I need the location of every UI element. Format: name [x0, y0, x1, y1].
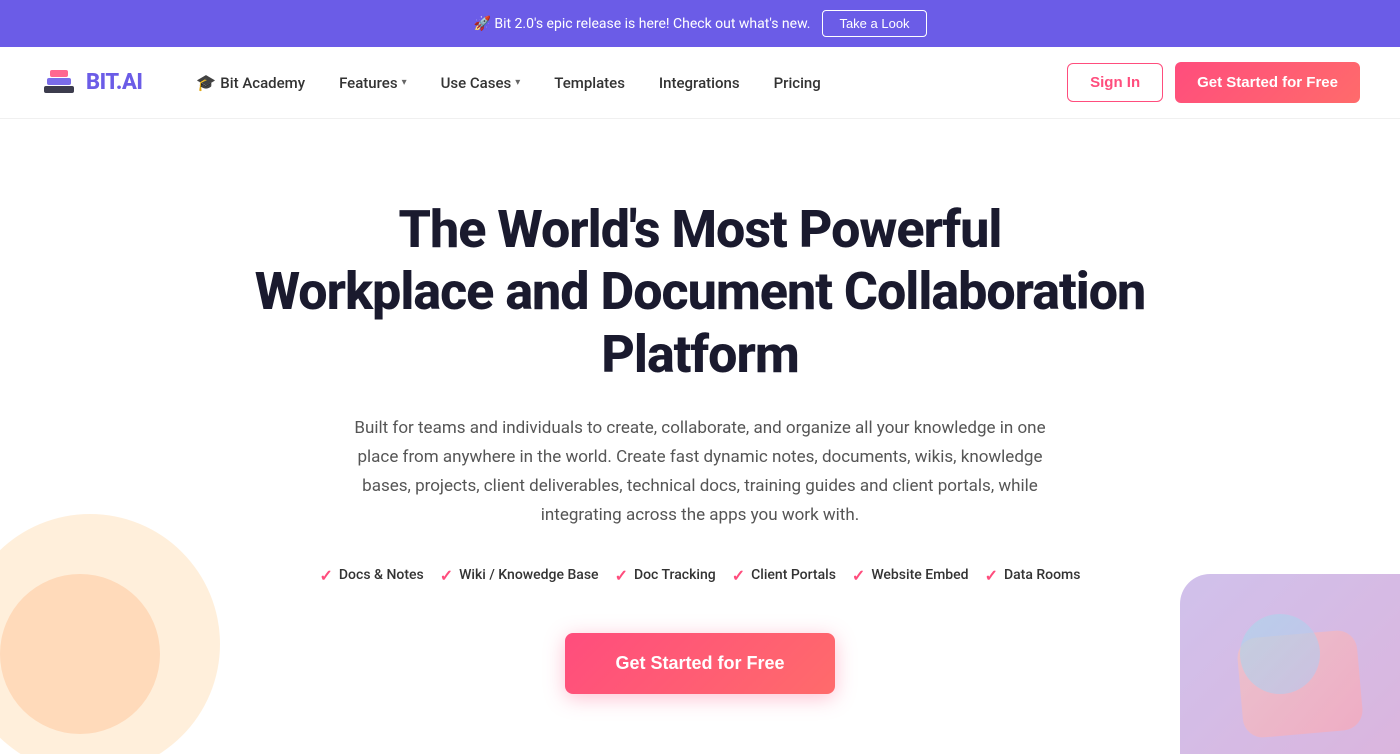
pill-data-rooms-label: Data Rooms: [1004, 567, 1080, 583]
nav-actions: Sign In Get Started for Free: [1067, 62, 1360, 103]
hero-title: The World's Most Powerful Workplace and …: [250, 199, 1150, 386]
deco-circle-inner: [0, 574, 160, 734]
deco-right: [1120, 514, 1400, 754]
nav-item-integrations-label: Integrations: [659, 74, 740, 92]
pill-doc-tracking-label: Doc Tracking: [634, 567, 716, 583]
nav-item-features[interactable]: Features ▾: [325, 66, 421, 100]
use-cases-chevron-icon: ▾: [515, 77, 520, 88]
hero-title-line1: The World's Most Powerful: [399, 199, 1002, 260]
pill-website-embed-label: Website Embed: [871, 567, 968, 583]
check-icon-wiki: ✓: [440, 566, 453, 585]
deco-right-shape1: [1180, 574, 1400, 754]
deco-right-shape2: [1236, 629, 1364, 739]
check-icon-portals: ✓: [732, 566, 745, 585]
pill-wiki-label: Wiki / Knowedge Base: [459, 567, 598, 583]
nav-item-integrations[interactable]: Integrations: [645, 66, 754, 100]
deco-right-shape3: [1240, 614, 1320, 694]
hero-content: The World's Most Powerful Workplace and …: [250, 199, 1150, 694]
take-a-look-button[interactable]: Take a Look: [822, 10, 926, 37]
nav-item-pricing[interactable]: Pricing: [760, 66, 835, 100]
deco-left: [0, 494, 240, 754]
check-icon-tracking: ✓: [615, 566, 628, 585]
feature-pills: ✓ Docs & Notes ✓ Wiki / Knowedge Base ✓ …: [250, 566, 1150, 585]
hero-subtitle: Built for teams and individuals to creat…: [340, 414, 1060, 530]
nav-item-pricing-label: Pricing: [774, 74, 821, 92]
hero-cta-button[interactable]: Get Started for Free: [565, 633, 834, 694]
nav-links: 🎓 Bit Academy Features ▾ Use Cases ▾ Tem…: [182, 65, 1067, 100]
pill-wiki: ✓ Wiki / Knowedge Base: [440, 566, 599, 585]
announcement-text: 🚀 Bit 2.0's epic release is here! Check …: [473, 16, 810, 32]
sign-in-button[interactable]: Sign In: [1067, 63, 1163, 102]
pill-website-embed: ✓ Website Embed: [852, 566, 969, 585]
check-icon-data-rooms: ✓: [985, 566, 998, 585]
announcement-banner: 🚀 Bit 2.0's epic release is here! Check …: [0, 0, 1400, 47]
nav-item-bit-academy-label: Bit Academy: [220, 74, 305, 92]
nav-item-bit-academy[interactable]: 🎓 Bit Academy: [182, 65, 319, 100]
nav-item-use-cases[interactable]: Use Cases ▾: [427, 66, 535, 100]
nav-item-templates[interactable]: Templates: [540, 66, 639, 100]
hero-title-line2: Workplace and Document Collaboration Pla…: [255, 261, 1146, 384]
pill-doc-tracking: ✓ Doc Tracking: [615, 566, 716, 585]
check-icon-embed: ✓: [852, 566, 865, 585]
pill-docs-notes: ✓ Docs & Notes: [320, 566, 424, 585]
nav-item-templates-label: Templates: [554, 74, 625, 92]
pill-data-rooms: ✓ Data Rooms: [985, 566, 1081, 585]
pill-client-portals: ✓ Client Portals: [732, 566, 836, 585]
pill-client-portals-label: Client Portals: [751, 567, 836, 583]
hero-section: The World's Most Powerful Workplace and …: [0, 119, 1400, 754]
nav-item-features-label: Features: [339, 74, 397, 92]
features-chevron-icon: ▾: [402, 77, 407, 88]
check-icon-docs: ✓: [320, 566, 333, 585]
navbar: BIT.AI 🎓 Bit Academy Features ▾ Use Case…: [0, 47, 1400, 119]
bit-academy-emoji: 🎓: [196, 73, 216, 92]
logo[interactable]: BIT.AI: [40, 64, 142, 102]
get-started-nav-button[interactable]: Get Started for Free: [1175, 62, 1360, 103]
deco-circle-outer: [0, 514, 220, 754]
logo-icon: [40, 64, 78, 102]
pill-docs-notes-label: Docs & Notes: [339, 567, 424, 583]
logo-text: BIT.AI: [86, 70, 142, 95]
nav-item-use-cases-label: Use Cases: [441, 74, 512, 92]
